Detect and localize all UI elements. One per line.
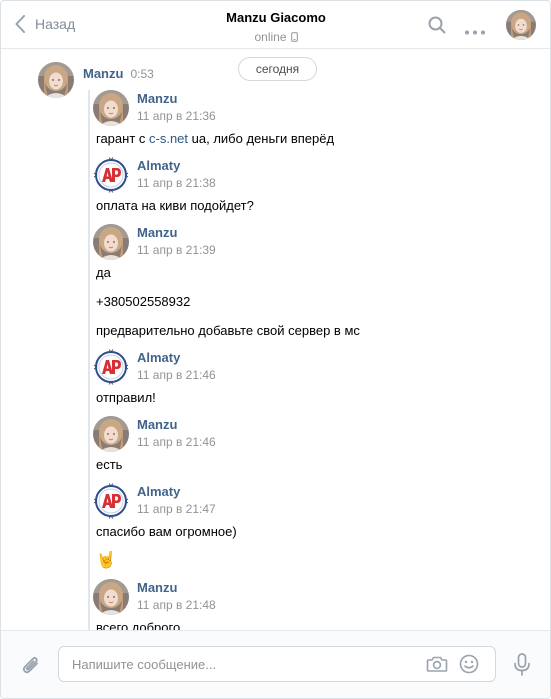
chat-window: Назад Manzu Giacomo online сегодня Manzu… xyxy=(0,0,551,699)
message-author-line: Manzu 0:53 xyxy=(83,66,154,81)
message-history[interactable]: сегодня Manzu 0:53 Manzu 11 апр в 21:36 … xyxy=(1,50,550,630)
forwarded-avatar[interactable] xyxy=(93,349,129,385)
message-text: всего доброго xyxy=(96,620,181,630)
forwarded-date: 11 апр в 21:46 xyxy=(137,435,216,449)
message-text: отправил! xyxy=(96,390,156,405)
message-text: спасибо вам огромное) xyxy=(96,524,237,539)
voice-message-button[interactable] xyxy=(513,653,531,680)
message-text: да xyxy=(96,265,111,280)
back-label: Назад xyxy=(35,16,76,32)
more-button[interactable] xyxy=(464,23,486,38)
chat-status: online xyxy=(151,30,401,44)
message-text: оплата на киви подойдет? xyxy=(96,198,254,213)
message-text: предварительно добавьте свой сервер в мс xyxy=(96,323,360,338)
more-dots-icon xyxy=(465,30,485,35)
online-status: online xyxy=(254,30,287,44)
forwarded-author[interactable]: Almaty xyxy=(137,158,180,173)
message-emoji: 🤘 xyxy=(96,552,116,569)
forwarded-date: 11 апр в 21:39 xyxy=(137,243,216,257)
message-author[interactable]: Manzu xyxy=(83,66,123,81)
forwarded-author[interactable]: Manzu xyxy=(137,225,177,240)
attach-button[interactable] xyxy=(21,654,41,679)
message-link[interactable]: c-s.net xyxy=(149,131,188,146)
forwarded-date: 11 апр в 21:36 xyxy=(137,109,216,123)
microphone-icon xyxy=(514,653,530,676)
forwarded-author[interactable]: Manzu xyxy=(137,91,177,106)
message-text-part: гарант с xyxy=(96,131,150,146)
message-input-box[interactable] xyxy=(58,646,496,682)
header-avatar[interactable] xyxy=(506,10,536,40)
forwarded-avatar[interactable] xyxy=(93,579,129,615)
message-avatar[interactable] xyxy=(38,62,74,98)
message-composer xyxy=(1,630,550,698)
camera-button[interactable] xyxy=(426,655,448,676)
paperclip-icon xyxy=(22,656,38,674)
search-button[interactable] xyxy=(427,15,447,38)
forwarded-messages-bar xyxy=(88,90,90,630)
forwarded-avatar[interactable] xyxy=(93,416,129,452)
message-time[interactable]: 0:53 xyxy=(130,67,153,81)
chat-title-block[interactable]: Manzu Giacomo online xyxy=(151,10,401,44)
smile-icon xyxy=(459,654,479,674)
forwarded-avatar[interactable] xyxy=(93,157,129,193)
chat-header: Назад Manzu Giacomo online xyxy=(1,1,550,49)
date-separator: сегодня xyxy=(238,57,317,81)
forwarded-avatar[interactable] xyxy=(93,224,129,260)
mobile-phone-icon xyxy=(290,32,298,42)
forwarded-author[interactable]: Manzu xyxy=(137,580,177,595)
forwarded-date: 11 апр в 21:46 xyxy=(137,368,216,382)
forwarded-date: 11 апр в 21:48 xyxy=(137,598,216,612)
camera-icon xyxy=(426,656,448,672)
chevron-left-icon xyxy=(15,15,25,33)
message-text: +380502558932 xyxy=(96,294,191,309)
forwarded-date: 11 апр в 21:38 xyxy=(137,176,216,190)
message-text: гарант с c-s.net ua, либо деньги вперёд xyxy=(96,131,334,146)
forwarded-author[interactable]: Manzu xyxy=(137,417,177,432)
forwarded-avatar[interactable] xyxy=(93,90,129,126)
back-button[interactable]: Назад xyxy=(15,15,75,33)
message-input[interactable] xyxy=(72,647,412,681)
message-text: есть xyxy=(96,457,123,472)
forwarded-author[interactable]: Almaty xyxy=(137,350,180,365)
forwarded-author[interactable]: Almaty xyxy=(137,484,180,499)
message-text-part: ua, либо деньги вперёд xyxy=(188,131,335,146)
search-icon xyxy=(428,16,446,34)
forwarded-date: 11 апр в 21:47 xyxy=(137,502,216,516)
forwarded-avatar[interactable] xyxy=(93,483,129,519)
chat-title: Manzu Giacomo xyxy=(226,10,326,25)
emoji-button[interactable] xyxy=(459,654,479,677)
